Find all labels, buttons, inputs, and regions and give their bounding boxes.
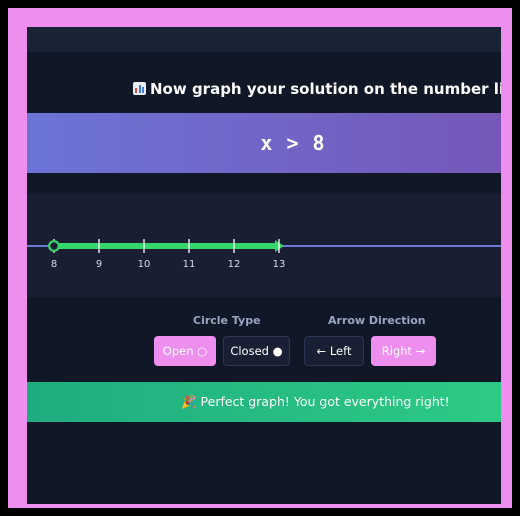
instruction-heading: Now graph your solution on the number li… — [133, 76, 501, 102]
tick-label: 10 — [138, 259, 151, 270]
tick-label: 12 — [228, 259, 241, 270]
instruction-text: Now graph your solution on the number li… — [150, 80, 501, 98]
activity-panel: Now graph your solution on the number li… — [27, 27, 501, 504]
tick-label: 13 — [273, 259, 286, 270]
open-circle-marker[interactable] — [48, 240, 60, 252]
tick-label: 9 — [96, 259, 102, 270]
feedback-text: 🎉 Perfect graph! You got everything righ… — [181, 394, 450, 409]
feedback-banner: 🎉 Perfect graph! You got everything righ… — [27, 382, 501, 422]
tick-label: 11 — [183, 259, 196, 270]
arrow-direction-label: Arrow Direction — [328, 314, 426, 327]
inequality-banner: x > 8 — [27, 113, 501, 173]
inequality-expression: x > 8 — [260, 131, 326, 155]
app-frame: Now graph your solution on the number li… — [8, 8, 512, 508]
number-line[interactable]: 8 9 10 11 12 13 — [27, 193, 501, 297]
arrow-left-button[interactable]: ← Left — [304, 336, 364, 366]
bar-chart-icon — [133, 82, 146, 95]
arrow-right-button[interactable]: Right → — [371, 336, 436, 366]
open-circle-button[interactable]: Open ○ — [154, 336, 216, 366]
closed-circle-button[interactable]: Closed ● — [223, 336, 290, 366]
tick-label: 8 — [51, 259, 57, 270]
circle-type-label: Circle Type — [193, 314, 261, 327]
top-strip — [27, 27, 501, 52]
